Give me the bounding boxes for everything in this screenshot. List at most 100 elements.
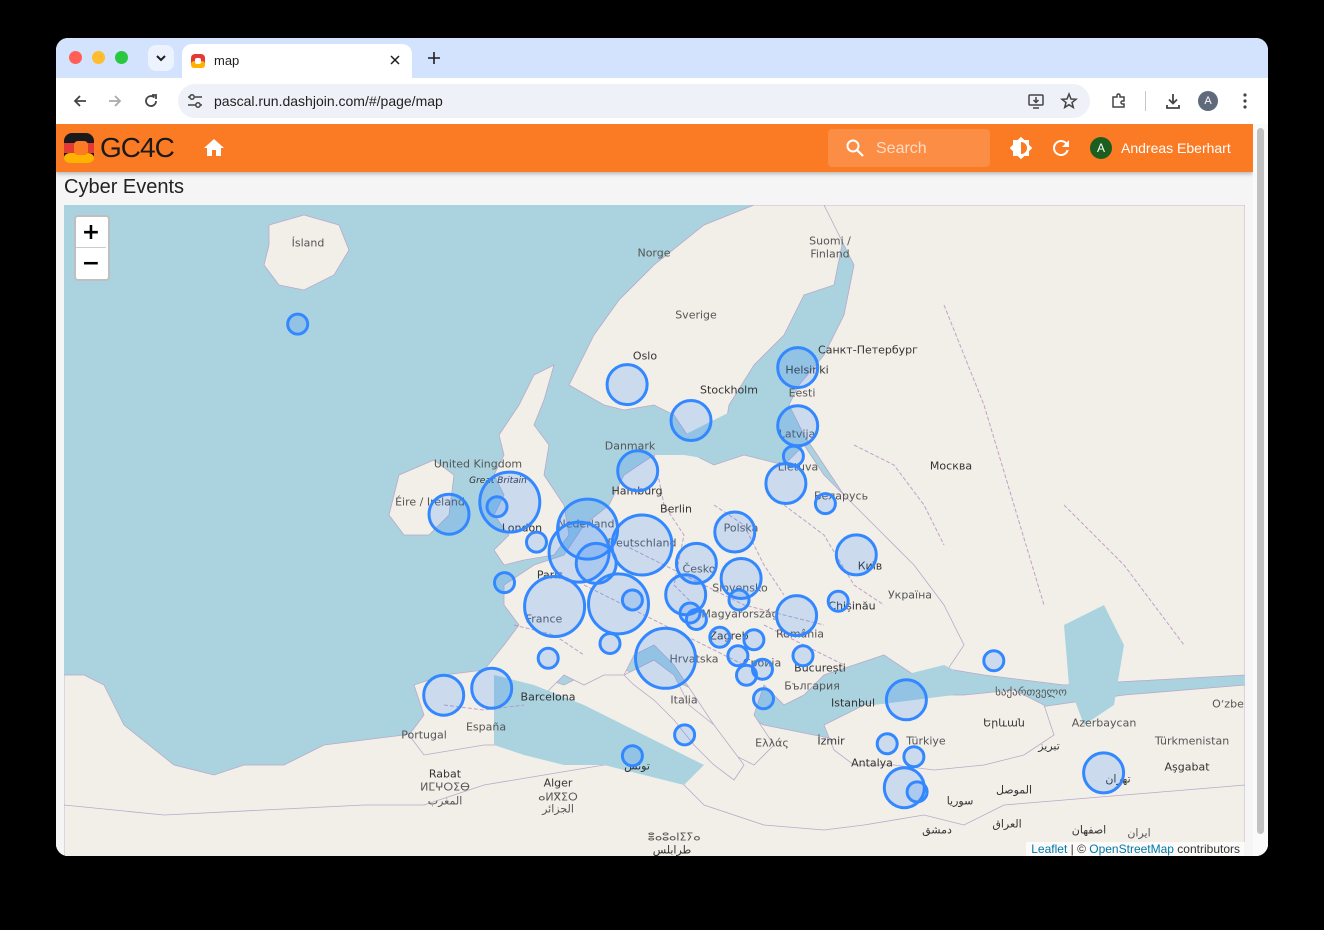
event-marker[interactable] <box>791 644 815 668</box>
event-marker[interactable] <box>905 780 929 804</box>
event-marker[interactable] <box>536 646 560 670</box>
refresh-button[interactable] <box>1049 136 1073 160</box>
zoom-out-button[interactable]: − <box>76 248 106 278</box>
event-marker[interactable] <box>776 346 820 390</box>
event-marker[interactable] <box>286 312 310 336</box>
event-marker[interactable] <box>634 626 697 690</box>
event-marker[interactable] <box>776 404 820 448</box>
event-marker[interactable] <box>616 449 660 493</box>
download-icon <box>1166 94 1180 109</box>
user-name[interactable]: Andreas Eberhart <box>1121 140 1231 156</box>
toolbar-divider <box>1145 91 1146 111</box>
new-tab-button[interactable] <box>424 48 444 68</box>
event-marker[interactable] <box>525 530 548 554</box>
refresh-icon <box>1052 139 1069 156</box>
event-marker[interactable] <box>902 745 926 769</box>
theme-toggle-button[interactable] <box>1009 136 1033 160</box>
event-marker[interactable] <box>726 644 750 668</box>
event-markers-layer <box>286 312 1126 810</box>
event-marker[interactable] <box>605 363 649 407</box>
extensions-button[interactable] <box>1107 89 1131 113</box>
tab-close-button[interactable] <box>386 51 404 69</box>
event-marker[interactable] <box>775 594 819 638</box>
address-bar[interactable]: pascal.run.dashjoin.com/#/page/map <box>178 84 1090 118</box>
gc4c-logo[interactable]: GC4C <box>64 132 175 164</box>
browser-profile-avatar[interactable]: A <box>1198 91 1218 111</box>
tab-map[interactable]: map <box>182 44 412 78</box>
install-icon <box>1028 94 1044 109</box>
event-marker[interactable] <box>620 588 644 612</box>
event-marker[interactable] <box>764 462 808 505</box>
bookmark-button[interactable] <box>1059 91 1079 111</box>
home-icon <box>204 139 224 156</box>
event-marker[interactable] <box>470 666 514 710</box>
gc4c-favicon-icon <box>191 54 205 68</box>
event-marker[interactable] <box>826 589 850 613</box>
install-app-button[interactable] <box>1026 91 1046 111</box>
search-icon <box>846 139 864 157</box>
map-attribution: Leaflet | © OpenStreetMap contributors <box>1026 842 1245 856</box>
browser-toolbar: pascal.run.dashjoin.com/#/page/map A <box>56 78 1268 124</box>
arrow-left-icon <box>73 95 86 107</box>
event-marker[interactable] <box>884 678 928 722</box>
event-marker[interactable] <box>493 571 516 595</box>
web-page: GC4C A Andreas Eberhart Cyber Events <box>56 124 1268 856</box>
event-marker[interactable] <box>875 732 899 756</box>
event-marker[interactable] <box>752 687 775 711</box>
downloads-button[interactable] <box>1161 89 1185 113</box>
event-marker[interactable] <box>598 632 622 655</box>
event-marker[interactable] <box>684 608 708 631</box>
event-marker[interactable] <box>982 649 1006 673</box>
browser-menu-button[interactable] <box>1233 89 1257 113</box>
reload-icon <box>145 94 157 107</box>
event-marker[interactable] <box>669 399 713 442</box>
leaflet-link[interactable]: Leaflet <box>1031 842 1067 856</box>
event-marker[interactable] <box>673 723 697 747</box>
event-marker[interactable] <box>813 492 837 516</box>
url-text: pascal.run.dashjoin.com/#/page/map <box>214 93 443 109</box>
event-marker[interactable] <box>742 628 766 652</box>
attribution-separator: | © <box>1067 842 1090 856</box>
puzzle-icon <box>1112 93 1125 108</box>
close-icon <box>390 55 400 65</box>
page-scrollbar-thumb[interactable] <box>1257 128 1264 834</box>
maximize-window-button[interactable] <box>115 51 128 64</box>
home-button[interactable] <box>202 136 226 160</box>
app-bar: GC4C A Andreas Eberhart <box>56 124 1253 172</box>
star-icon <box>1060 92 1078 110</box>
event-marker[interactable] <box>834 533 878 577</box>
event-marker[interactable] <box>713 510 757 554</box>
forward-button[interactable] <box>103 89 127 113</box>
event-marker[interactable] <box>620 744 644 768</box>
back-button[interactable] <box>68 89 92 113</box>
plus-icon <box>428 52 440 64</box>
event-marker[interactable] <box>485 495 509 519</box>
event-marker[interactable] <box>1082 751 1126 795</box>
page-title: Cyber Events <box>64 176 185 198</box>
search-box[interactable] <box>828 129 990 167</box>
event-marker[interactable] <box>523 575 587 638</box>
logo-text: GC4C <box>100 132 175 163</box>
site-settings-icon[interactable] <box>186 92 204 110</box>
chevron-down-icon <box>156 55 166 62</box>
zoom-in-button[interactable]: + <box>76 217 106 248</box>
event-marker[interactable] <box>427 492 471 536</box>
close-window-button[interactable] <box>69 51 82 64</box>
tab-strip: map <box>56 38 1268 78</box>
more-vertical-icon <box>1243 93 1247 109</box>
cyber-events-map[interactable]: Ísland Norge Sverige Suomi / Finland Uni… <box>64 205 1245 856</box>
search-input[interactable] <box>874 137 988 161</box>
event-marker[interactable] <box>727 588 751 612</box>
tab-search-button[interactable] <box>148 45 174 71</box>
reload-button[interactable] <box>139 89 163 113</box>
user-avatar[interactable]: A <box>1090 137 1112 159</box>
browser-window: map pascal.run.dashjoin.com/#/page/map A… <box>56 38 1268 856</box>
minimize-window-button[interactable] <box>92 51 105 64</box>
event-marker[interactable] <box>708 625 732 649</box>
event-marker[interactable] <box>610 513 674 577</box>
osm-link[interactable]: OpenStreetMap <box>1089 842 1174 856</box>
event-marker[interactable] <box>735 663 758 687</box>
zoom-control: + − <box>74 215 110 281</box>
event-marker[interactable] <box>422 673 466 717</box>
brightness-icon <box>1009 136 1033 160</box>
